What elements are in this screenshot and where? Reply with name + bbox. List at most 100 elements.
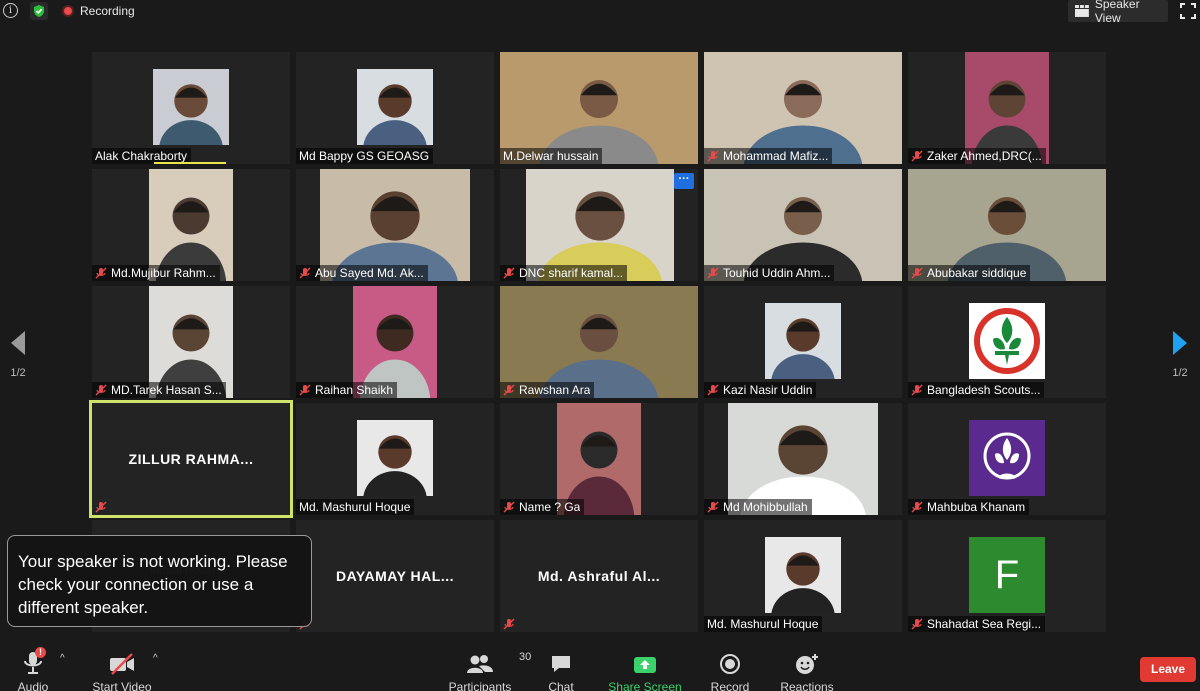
next-page-button[interactable]: 1/2 [1168, 330, 1192, 379]
participant-name: Rawshan Ara [519, 383, 591, 397]
mic-muted-icon [911, 384, 923, 396]
prev-page-button[interactable]: 1/2 [6, 330, 30, 379]
page-indicator-right: 1/2 [1172, 367, 1188, 379]
participant-name-bar: Shahadat Sea Regi... [908, 616, 1046, 632]
participant-name: Md. Mashurul Hoque [707, 617, 819, 631]
participant-name-bar: Raihan Shaikh [296, 382, 398, 398]
participant-name-bar: M.Delwar hussain [500, 148, 603, 164]
participant-name: Raihan Shaikh [315, 383, 394, 397]
chevron-right-icon [1173, 331, 1187, 355]
share-screen-button[interactable]: Share Screen [605, 649, 685, 691]
mic-muted-icon [503, 501, 515, 513]
chat-button[interactable]: Chat [521, 649, 601, 691]
mic-muted-icon [911, 618, 923, 630]
more-options-button[interactable]: ··· [674, 173, 694, 189]
mic-muted-icon [503, 618, 515, 630]
participant-video [765, 537, 841, 613]
mic-muted-icon [911, 150, 923, 162]
speaker-view-button[interactable]: Speaker View [1068, 0, 1168, 25]
participant-name-bar: Kazi Nasir Uddin [704, 382, 817, 398]
audio-options-caret-icon[interactable]: ^ [60, 653, 65, 664]
mic-muted-icon [503, 267, 515, 279]
participant-tile[interactable]: F Shahadat Sea Regi... [908, 520, 1106, 632]
participant-video-icon [357, 69, 433, 145]
participant-name-bar: Bangladesh Scouts... [908, 382, 1045, 398]
participant-tile[interactable]: Md Mohibbullah [704, 403, 902, 515]
participants-button[interactable]: 30 Participants [440, 649, 532, 691]
chevron-left-icon [11, 331, 25, 355]
participant-name: DNC sharif kamal... [519, 266, 624, 280]
participant-name: Kazi Nasir Uddin [723, 383, 813, 397]
share-screen-label: Share Screen [608, 680, 682, 691]
chat-label: Chat [548, 680, 574, 691]
reactions-button[interactable]: Reactions [767, 649, 847, 691]
participant-video-icon [357, 420, 433, 496]
participant-tile[interactable]: Mahbuba Khanam [908, 403, 1106, 515]
leave-button[interactable]: Leave [1140, 657, 1196, 682]
participant-name-bar: Name ? Ga [500, 499, 585, 515]
mic-muted-icon [911, 267, 923, 279]
participant-tile[interactable]: Md.Mujibur Rahm... [92, 169, 290, 281]
participant-tile[interactable]: Abubakar siddique [908, 169, 1106, 281]
participant-tile[interactable]: Md Bappy GS GEOASG [296, 52, 494, 164]
participant-name-bar: Md. Mashurul Hoque [704, 616, 823, 632]
participant-video: F [969, 537, 1045, 613]
participant-video [153, 69, 229, 145]
guides-logo-icon [969, 420, 1045, 496]
participant-tile[interactable]: Alak Chakraborty [92, 52, 290, 164]
participant-tile[interactable]: ZILLUR RAHMA... [89, 400, 293, 518]
share-screen-icon [634, 657, 656, 673]
participant-tile[interactable]: Md. Ashraful Al... [500, 520, 698, 632]
participant-name-bar: MD.Tarek Hasan S... [92, 382, 226, 398]
mic-muted-icon [299, 267, 311, 279]
video-options-caret-icon[interactable]: ^ [153, 653, 158, 664]
participant-tile[interactable]: Md. Mashurul Hoque [704, 520, 902, 632]
participant-video [357, 69, 433, 145]
mic-muted-icon [95, 501, 107, 513]
top-bar: i Recording Speaker View [0, 0, 1200, 25]
participant-tile[interactable]: Mohammad Mafiz... [704, 52, 902, 164]
mic-muted-icon [707, 267, 719, 279]
participant-name: Name ? Ga [519, 500, 581, 514]
record-label: Record [710, 680, 750, 691]
record-button[interactable]: Record [690, 649, 770, 691]
participant-tile[interactable]: Md. Mashurul Hoque [296, 403, 494, 515]
participant-tile[interactable]: Zaker Ahmed,DRC(... [908, 52, 1106, 164]
participant-tile[interactable]: Name ? Ga [500, 403, 698, 515]
participant-tile[interactable]: DAYAMAY HAL... [296, 520, 494, 632]
participant-tile[interactable]: Touhid Uddin Ahm... [704, 169, 902, 281]
participant-tile[interactable]: Kazi Nasir Uddin [704, 286, 902, 398]
participant-tile[interactable]: DNC sharif kamal... ··· [500, 169, 698, 281]
reactions-smiley-icon [796, 654, 818, 674]
participant-video [969, 303, 1045, 379]
participant-name: Zaker Ahmed,DRC(... [927, 149, 1042, 163]
security-shield-icon[interactable] [30, 2, 48, 20]
participant-video [969, 420, 1045, 496]
start-video-button[interactable]: Start Video [82, 649, 162, 691]
participant-tile[interactable]: Raihan Shaikh [296, 286, 494, 398]
participant-name: Md. Mashurul Hoque [299, 500, 411, 514]
participant-name-bar: Abu Sayed Md. Ak... [296, 265, 428, 281]
start-video-label: Start Video [92, 680, 152, 691]
participant-name-bar: Md.Mujibur Rahm... [92, 265, 220, 281]
participant-name: Alak Chakraborty [95, 149, 188, 163]
mic-muted-icon [95, 267, 107, 279]
mic-muted-icon [707, 150, 719, 162]
participant-tile[interactable]: Bangladesh Scouts... [908, 286, 1106, 398]
participant-display-name: Md. Ashraful Al... [537, 568, 661, 584]
participant-tile[interactable]: Rawshan Ara [500, 286, 698, 398]
participant-display-name: DAYAMAY HAL... [335, 568, 454, 584]
participant-name: Md Bappy GS GEOASG [299, 149, 430, 163]
participant-tile[interactable]: M.Delwar hussain [500, 52, 698, 164]
mic-muted-icon [299, 384, 311, 396]
fullscreen-icon[interactable] [1180, 3, 1196, 19]
participant-video [765, 303, 841, 379]
info-icon[interactable]: i [3, 3, 18, 18]
participant-tile[interactable]: MD.Tarek Hasan S... [92, 286, 290, 398]
recording-indicator[interactable]: Recording [62, 2, 135, 20]
participant-name: Md.Mujibur Rahm... [111, 266, 216, 280]
participant-tile[interactable]: Abu Sayed Md. Ak... [296, 169, 494, 281]
record-icon [720, 654, 740, 674]
speaking-indicator [154, 162, 226, 164]
audio-alert-badge: ! [35, 647, 46, 658]
